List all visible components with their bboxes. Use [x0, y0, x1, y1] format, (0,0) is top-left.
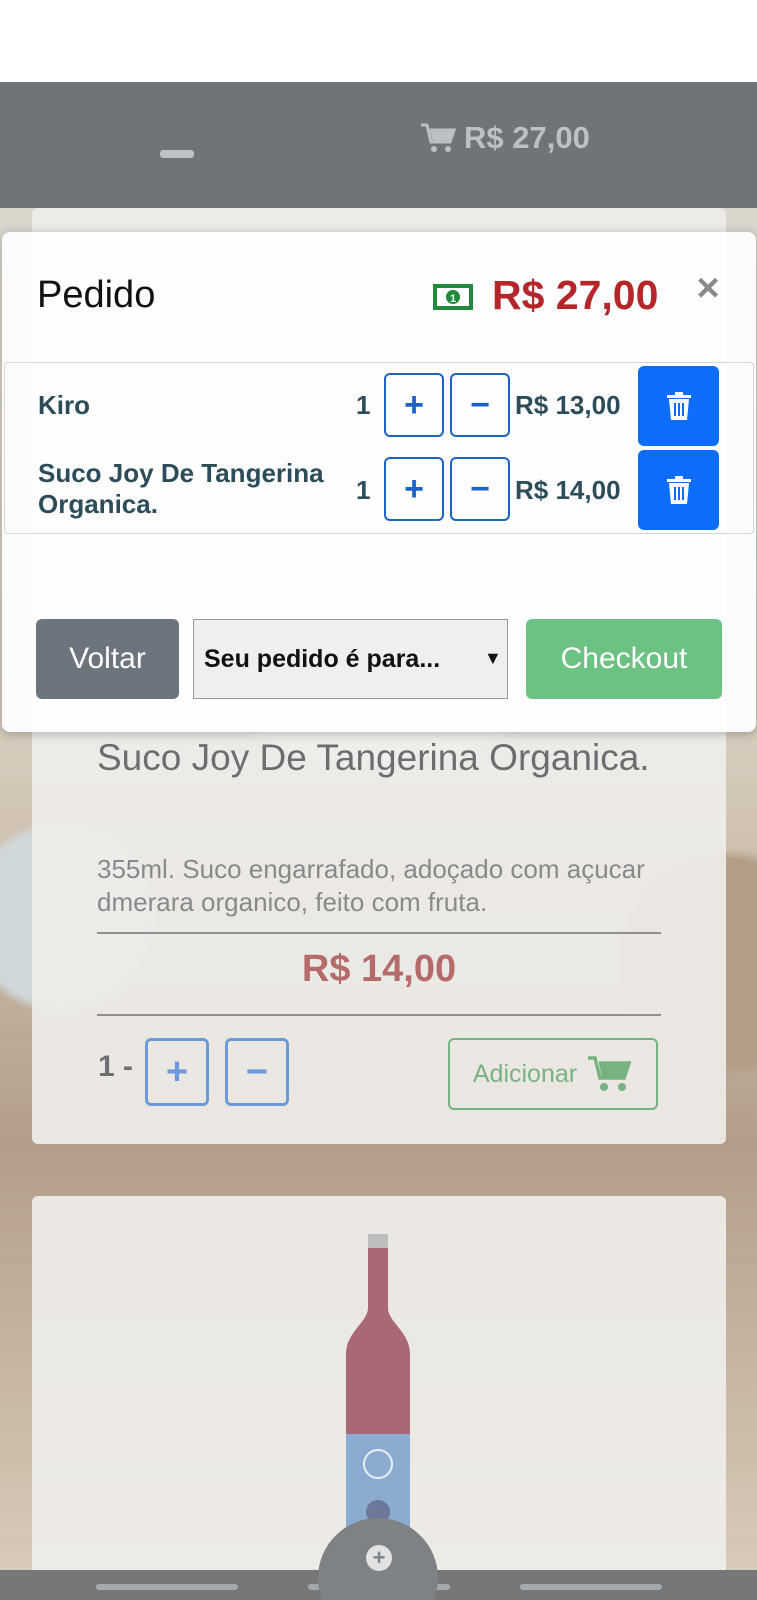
trash-icon: [666, 476, 691, 504]
plus-icon: +: [404, 385, 424, 424]
order-item-increase-button[interactable]: +: [384, 457, 444, 521]
order-type-select-value: Seu pedido é para...: [204, 644, 441, 673]
money-icon: 1: [433, 284, 473, 310]
order-item-quantity: 1: [356, 390, 371, 420]
order-type-select[interactable]: Seu pedido é para...: [193, 619, 508, 699]
delete-item-button[interactable]: [638, 450, 719, 530]
close-icon[interactable]: ×: [692, 268, 724, 308]
plus-icon: +: [404, 469, 424, 508]
order-item-price: R$ 13,00: [515, 390, 621, 420]
modal-title: Pedido: [37, 274, 156, 316]
trash-icon: [666, 392, 691, 420]
order-item-name: Suco Joy De Tangerina Organica.: [38, 458, 324, 519]
order-item-quantity: 1: [356, 475, 371, 505]
order-item-name: Kiro: [38, 390, 90, 420]
order-item-decrease-button[interactable]: −: [450, 373, 510, 437]
minus-icon: −: [470, 385, 490, 424]
back-button[interactable]: Voltar: [36, 619, 179, 699]
minus-icon: −: [470, 469, 490, 508]
chevron-down-icon: ▼: [484, 648, 502, 668]
order-total: R$ 27,00: [492, 272, 659, 318]
svg-text:1: 1: [450, 293, 456, 305]
checkout-button[interactable]: Checkout: [526, 619, 722, 699]
order-item-price: R$ 14,00: [515, 475, 621, 505]
delete-item-button[interactable]: [638, 366, 719, 446]
order-item-decrease-button[interactable]: −: [450, 457, 510, 521]
order-item-increase-button[interactable]: +: [384, 373, 444, 437]
